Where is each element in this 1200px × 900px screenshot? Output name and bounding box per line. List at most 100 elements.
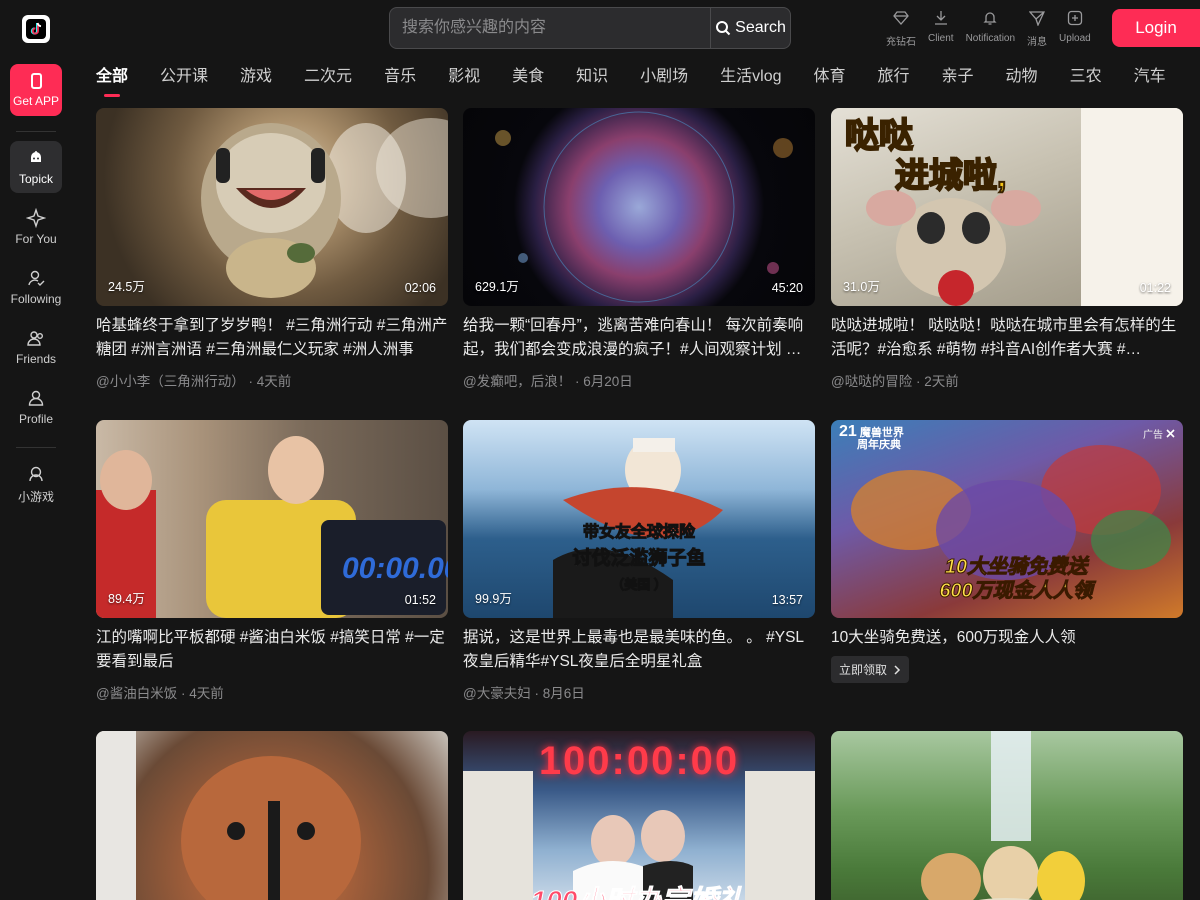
video-thumbnail[interactable]: 00:00.00 89.4万 01:52 [96,420,448,618]
tab-category[interactable]: 小剧场 [640,64,688,100]
tab-category[interactable]: 音乐 [384,64,416,100]
upload-button[interactable]: Upload [1053,8,1097,48]
action-label: 消息 [1027,37,1048,48]
tab-category[interactable]: 亲子 [942,64,974,100]
search-input[interactable] [390,8,710,48]
ad-badge[interactable]: 广告 [1143,426,1175,441]
video-card[interactable]: 100:00:00 100小时办完婚礼 [463,731,815,900]
tab-category[interactable]: 二次元 [304,64,352,100]
video-author-date[interactable]: @哒哒的冒险 · 2天前 [831,370,1183,390]
sparkle-icon [26,208,46,228]
search-bar: Search [389,7,791,49]
category-tabs: 全部 公开课 游戏 二次元 音乐 影视 美食 知识 小剧场 生活vlog 体育 旅行 亲子 动物 三农 汽车 [96,64,1198,100]
person-icon [28,390,44,406]
sidebar-item-label: Friends [15,352,56,366]
video-thumbnail[interactable]: 100:00:00 100小时办完婚礼 [463,731,815,900]
poodle-scene [96,731,361,900]
view-count: 89.4万 [108,592,145,606]
video-title[interactable]: 江的嘴啊比平板都硬 #酱油白米饭 #搞笑日常 #一定要看到最后 [96,626,448,674]
video-thumbnail[interactable] [831,731,1183,900]
action-label: Client [928,33,954,44]
sidebar-item-label: 小游戏 [17,489,54,504]
ad-title[interactable]: 10大坐骑免费送，600万现金人人领 [831,626,1183,650]
tab-category[interactable]: 动物 [1006,64,1038,100]
video-card[interactable]: 24.5万 02:06 哈基蜂终于拿到了岁岁鸭！ #三角洲行动 #三角洲产糖团 … [96,108,448,390]
recharge-diamond-button[interactable]: 充钻石 [880,8,922,48]
video-title[interactable]: 给我一颗“回春丹”，逃离苦难向春山！ 每次前奏响起，我们都会变成浪漫的疯子！#人… [463,314,815,362]
diamond-icon [893,11,909,25]
timer-overlay: 100:00:00 [538,739,740,783]
ad-event-logo: 21 魔兽世界 周年庆典 [839,423,904,452]
chevron-right-icon [894,664,901,675]
client-download-button[interactable]: Client [922,8,960,48]
video-card[interactable]: 带女友全球探险 讨伐泛滥狮子鱼 （美国 ） 99.9万 13:57 据说，这是世… [463,420,815,702]
video-thumbnail[interactable]: 带女友全球探险 讨伐泛滥狮子鱼 （美国 ） 99.9万 13:57 [463,420,815,618]
bell-icon [983,12,997,25]
action-label: 充钻石 [886,37,916,48]
tab-category[interactable]: 三农 [1070,64,1102,100]
video-duration: 01:52 [404,593,436,607]
sidebar: Get APP Topick For You Following Friends [0,0,72,900]
action-label: Notification [965,33,1016,44]
ad-overlay-text: 10大坐骑免费送 600万现金人人领 [939,556,1093,603]
video-thumbnail[interactable]: 629.1万 45:20 [463,108,815,306]
video-card[interactable]: 629.1万 45:20 给我一颗“回春丹”，逃离苦难向春山！ 每次前奏响起，我… [463,108,815,390]
sidebar-item-for-you[interactable]: For You [10,201,62,253]
sidebar-item-mini-games[interactable]: 小游戏 [10,458,62,510]
video-duration: 01:22 [1139,281,1171,295]
ad-thumbnail[interactable]: 21 魔兽世界 周年庆典 广告 10大坐骑免费送 600万现金人人领 [831,420,1183,618]
sidebar-divider [16,131,56,132]
video-duration: 45:20 [771,281,803,295]
video-thumbnail[interactable]: 哒哒 进城啦, 31.0万 01:22 [831,108,1183,306]
ad-card[interactable]: 21 魔兽世界 周年庆典 广告 10大坐骑免费送 600万现金人人领 10大坐骑免… [831,420,1183,683]
view-count: 99.9万 [475,592,512,606]
sidebar-item-label: Profile [18,412,53,426]
notification-button[interactable]: Notification [960,8,1021,48]
tab-category[interactable]: 影视 [448,64,480,100]
sidebar-item-friends[interactable]: Friends [10,321,62,373]
tab-category[interactable]: 美食 [512,64,544,100]
tab-category[interactable]: 汽车 [1134,64,1166,100]
video-author-date[interactable]: @发癫吧，后浪！ · 6月20日 [463,370,815,390]
video-duration: 13:57 [771,593,803,607]
tab-category[interactable]: 知识 [576,64,608,100]
sidebar-item-topick[interactable]: Topick [10,141,62,193]
header-actions: 充钻石 Client Notification 消息 Upload [880,8,1097,48]
video-title[interactable]: 哈基蜂终于拿到了岁岁鸭！ #三角洲行动 #三角洲产糖团 #洲言洲语 #三角洲最仁… [96,314,448,362]
video-author-date[interactable]: @大豪夫妇 · 8月6日 [463,682,815,702]
sidebar-item-label: Topick [18,172,53,186]
messages-button[interactable]: 消息 [1021,8,1053,48]
search-button-label: Search [735,19,786,36]
ad-claim-button[interactable]: 立即领取 [831,656,910,683]
video-author-date[interactable]: @小小李（三角洲行动） · 4天前 [96,370,448,390]
download-icon [934,11,947,25]
video-thumbnail[interactable] [96,731,448,900]
tab-category[interactable]: 旅行 [878,64,910,100]
video-title[interactable]: 据说，这是世界上最毒也是最美味的鱼。 。 #YSL夜皇后精华#YSL夜皇后全明星… [463,626,815,674]
douyin-logo[interactable] [22,15,50,43]
tab-category[interactable]: 全部 [96,64,128,100]
sidebar-item-following[interactable]: Following [10,261,62,313]
get-app-button[interactable]: Get APP [10,64,62,116]
tab-category[interactable]: 生活vlog [720,64,781,100]
video-title[interactable]: 哒哒进城啦！ 哒哒哒！哒哒在城市里会有怎样的生活呢？#治愈系 #萌物 #抖音AI… [831,314,1183,362]
tab-category[interactable]: 游戏 [240,64,272,100]
video-card[interactable]: 哒哒 进城啦, 31.0万 01:22 哒哒进城啦！ 哒哒哒！哒哒在城市里会有怎样… [831,108,1183,390]
close-icon[interactable] [1166,429,1175,438]
get-app-label: Get APP [12,93,60,108]
cats-waterfall-scene [921,731,1085,900]
video-overlay-title: 100小时办完婚礼 [503,879,773,900]
video-card[interactable] [831,731,1183,900]
video-card[interactable] [96,731,448,900]
tab-category[interactable]: 体育 [814,64,846,100]
ad-cta-label: 立即领取 [839,663,888,677]
login-button[interactable]: Login [1112,9,1200,47]
sidebar-item-profile[interactable]: Profile [10,381,62,433]
tab-category[interactable]: 公开课 [160,64,208,100]
search-button[interactable]: Search [710,8,790,48]
phone-icon [30,72,42,89]
video-thumbnail[interactable]: 24.5万 02:06 [96,108,448,306]
video-card[interactable]: 00:00.00 89.4万 01:52 江的嘴啊比平板都硬 #酱油白米饭 #搞… [96,420,448,702]
video-author-date[interactable]: @酱油白米饭 · 4天前 [96,682,448,702]
view-count: 24.5万 [108,280,145,294]
